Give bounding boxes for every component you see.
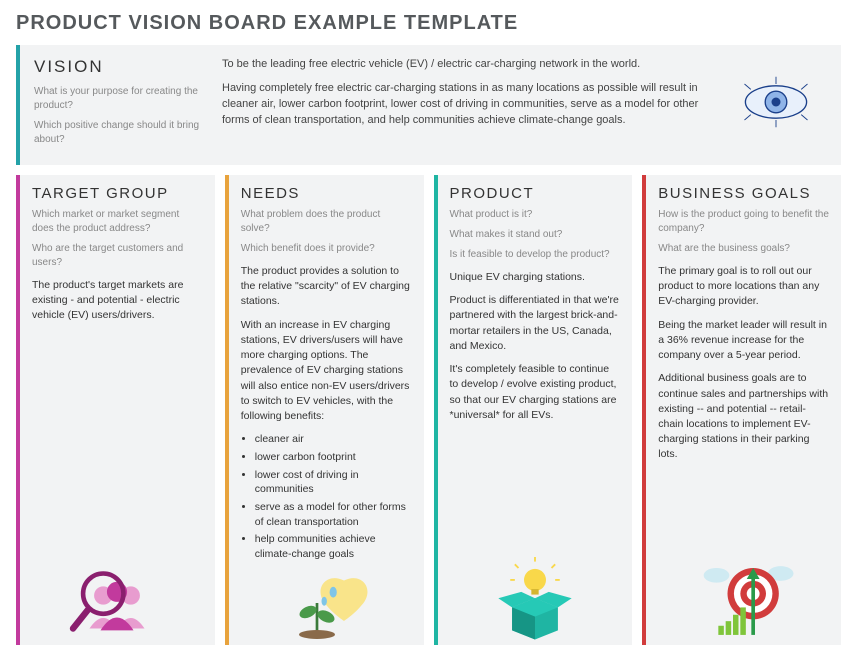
business-goals-section: BUSINESS GOALS How is the product going … <box>642 175 841 645</box>
target-prompt2: Who are the target customers and users? <box>32 242 203 270</box>
product-prompt3: Is it feasible to develop the product? <box>450 248 621 262</box>
needs-bullet: cleaner air <box>255 432 412 447</box>
vision-prompt1: What is your purpose for creating the pr… <box>34 85 204 113</box>
goals-para1: The primary goal is to roll out our prod… <box>658 264 829 310</box>
magnifier-people-icon <box>62 557 172 637</box>
product-prompt2: What makes it stand out? <box>450 228 621 242</box>
goals-prompt2: What are the business goals? <box>658 242 829 256</box>
vision-prompt2: Which positive change should it bring ab… <box>34 119 204 147</box>
needs-para2: With an increase in EV charging stations… <box>241 318 412 425</box>
needs-para1: The product provides a solution to the r… <box>241 264 412 310</box>
needs-section: NEEDS What problem does the product solv… <box>225 175 424 645</box>
target-group-section: TARGET GROUP Which market or market segm… <box>16 175 215 645</box>
needs-bullet: lower cost of driving in communities <box>255 468 412 497</box>
plant-heart-icon <box>281 567 371 637</box>
needs-prompt2: Which benefit does it provide? <box>241 242 412 256</box>
goals-prompt1: How is the product going to benefit the … <box>658 208 829 236</box>
target-prompt1: Which market or market segment does the … <box>32 208 203 236</box>
vision-heading: VISION <box>34 57 204 77</box>
eye-icon <box>731 75 821 135</box>
product-para3: It's completely feasible to continue to … <box>450 362 621 423</box>
needs-heading: NEEDS <box>241 185 412 202</box>
goals-heading: BUSINESS GOALS <box>658 185 829 202</box>
lightbulb-box-icon <box>480 557 590 637</box>
product-heading: PRODUCT <box>450 185 621 202</box>
page-title: PRODUCT VISION BOARD EXAMPLE TEMPLATE <box>16 12 841 35</box>
product-section: PRODUCT What product is it? What makes i… <box>434 175 633 645</box>
target-chart-icon <box>689 557 799 637</box>
needs-bullets: cleaner air lower carbon footprint lower… <box>255 432 412 562</box>
vision-para2: Having completely free electric car-char… <box>222 81 717 129</box>
goals-para2: Being the market leader will result in a… <box>658 318 829 364</box>
product-para1: Unique EV charging stations. <box>450 270 621 285</box>
vision-para1: To be the leading free electric vehicle … <box>222 57 717 73</box>
needs-prompt1: What problem does the product solve? <box>241 208 412 236</box>
needs-bullet: lower carbon footprint <box>255 450 412 465</box>
columns-row: TARGET GROUP Which market or market segm… <box>16 175 841 645</box>
product-para2: Product is differentiated in that we're … <box>450 293 621 354</box>
target-para1: The product's target markets are existin… <box>32 278 203 324</box>
needs-bullet: help communities achieve climate-change … <box>255 532 412 561</box>
needs-bullet: serve as a model for other forms of clea… <box>255 500 412 529</box>
target-heading: TARGET GROUP <box>32 185 203 202</box>
vision-section: VISION What is your purpose for creating… <box>16 45 841 165</box>
goals-para3: Additional business goals are to continu… <box>658 371 829 462</box>
product-prompt1: What product is it? <box>450 208 621 222</box>
